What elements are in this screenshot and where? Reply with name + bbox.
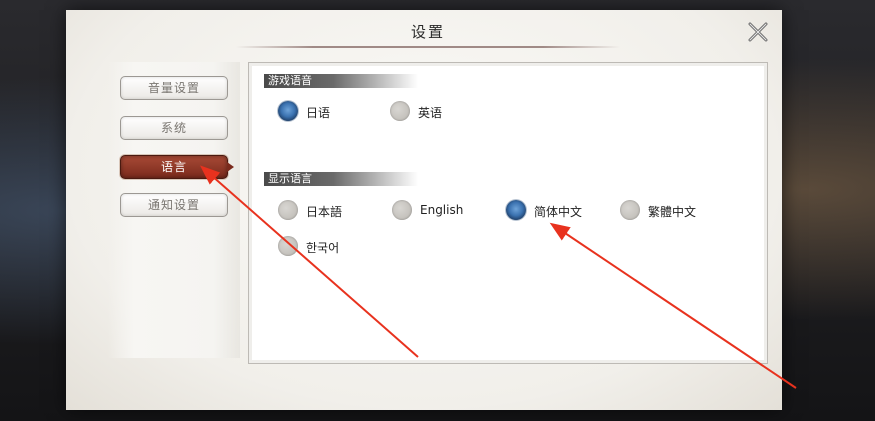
radio-unselected-icon — [620, 200, 640, 220]
close-button[interactable] — [746, 20, 770, 44]
dialog-title: 设置 — [410, 23, 445, 41]
dialog-title-bar: 设置 — [236, 10, 620, 50]
radio-label: 日语 — [306, 106, 331, 120]
nav-volume-settings[interactable]: 音量设置 — [120, 76, 228, 100]
radio-unselected-icon — [278, 200, 298, 220]
nav-system[interactable]: 系统 — [120, 116, 228, 140]
radio-label: 繁體中文 — [648, 205, 697, 219]
close-x-icon — [748, 22, 768, 42]
radio-label: English — [420, 203, 464, 217]
radio-label: 한국어 — [306, 241, 340, 255]
radio-selected-icon — [506, 200, 526, 220]
voice-language-header: 游戏语音 — [264, 74, 418, 88]
nav-language[interactable]: 语言 — [120, 155, 234, 179]
title-divider — [236, 46, 620, 48]
radio-unselected-icon — [392, 200, 412, 220]
radio-selected-icon — [278, 101, 298, 121]
radio-label: 日本語 — [306, 205, 343, 219]
radio-unselected-icon — [278, 236, 298, 256]
display-language-header: 显示语言 — [264, 172, 418, 186]
radio-label: 简体中文 — [534, 205, 583, 219]
radio-unselected-icon — [390, 101, 410, 121]
radio-label: 英语 — [418, 106, 443, 120]
nav-notification-settings[interactable]: 通知设置 — [120, 193, 228, 217]
